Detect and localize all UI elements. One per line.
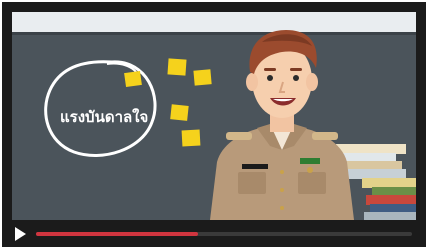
sticky-note [181,129,201,147]
progress-bar[interactable] [36,232,412,236]
video-frame[interactable]: แรงบันดาลใจ [12,12,416,220]
video-player[interactable]: แรงบันดาลใจ [2,2,426,247]
sticky-note [167,58,187,76]
play-button[interactable] [12,226,28,242]
video-controls [12,224,416,244]
sticky-note [124,70,142,88]
sticky-note [170,104,189,121]
play-icon [15,227,26,241]
progress-fill [36,232,198,236]
sticky-note [193,69,212,86]
overlay-title: แรงบันดาลใจ [60,108,149,126]
